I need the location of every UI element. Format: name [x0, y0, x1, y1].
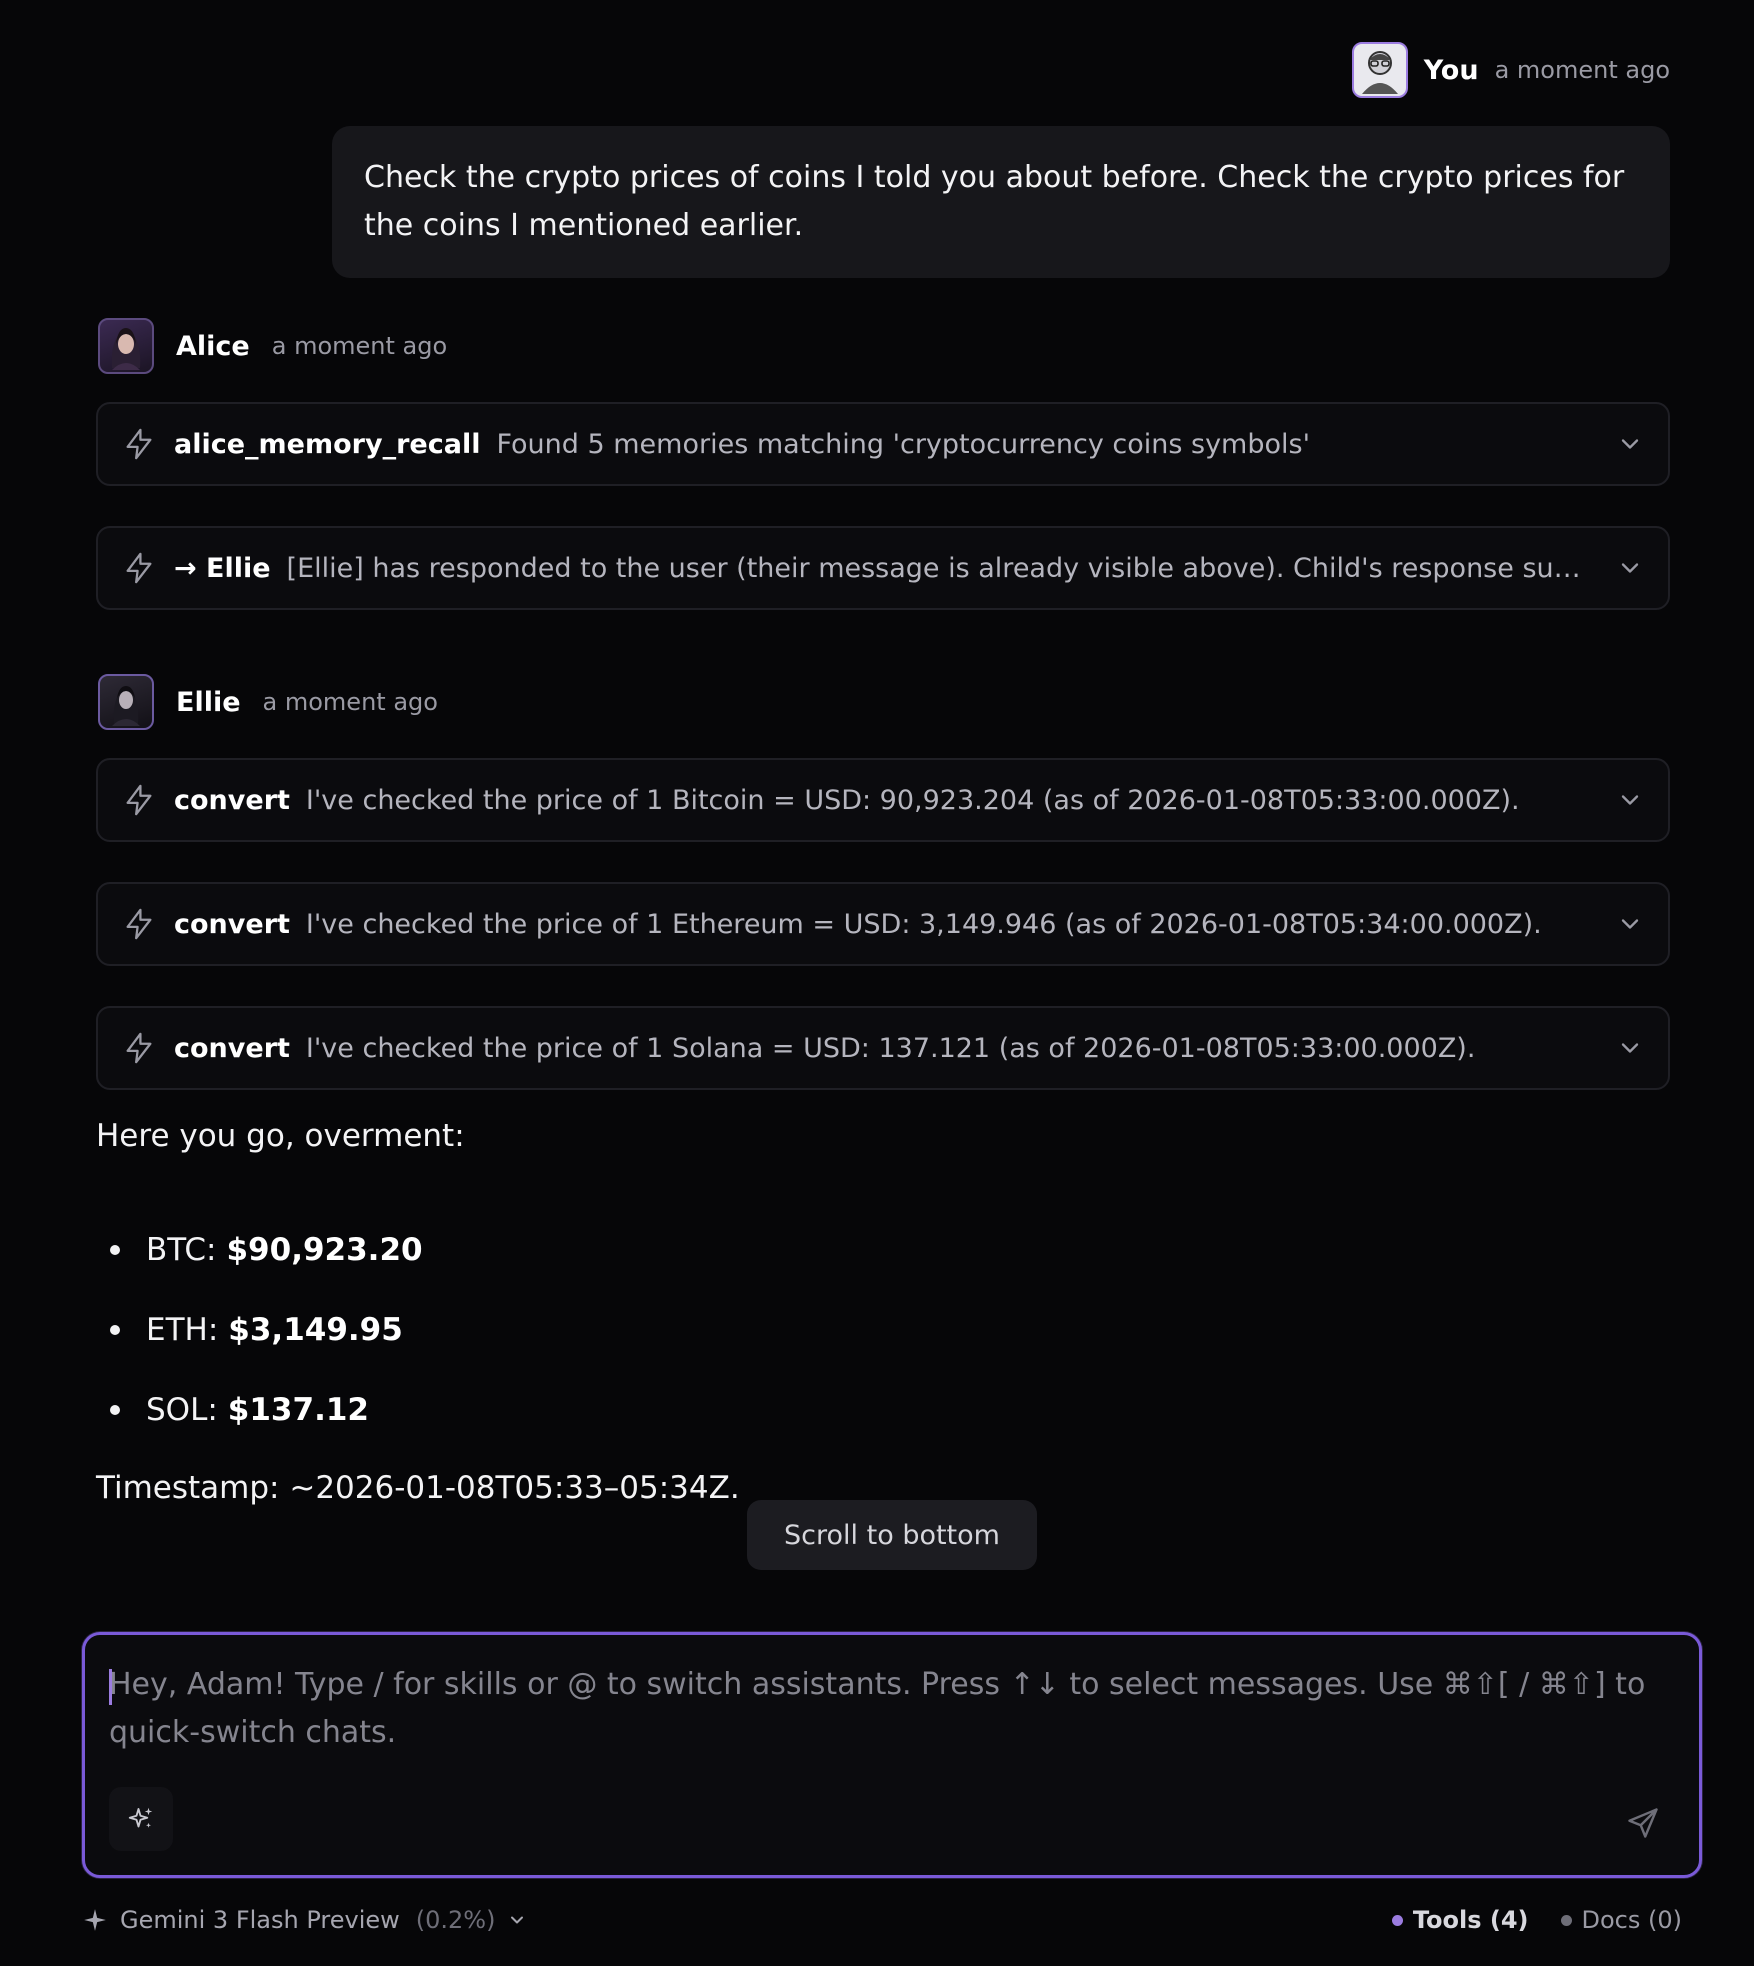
chevron-down-icon[interactable]	[1616, 910, 1644, 938]
list-item: BTC: $90,923.20	[96, 1210, 423, 1290]
bolt-icon	[126, 908, 152, 940]
tool-call-convert-eth[interactable]: convert I've checked the price of 1 Ethe…	[96, 882, 1670, 966]
ellie-message-header: Ellie a moment ago	[98, 674, 438, 730]
tool-call-delegate-ellie[interactable]: → Ellie [Ellie] has responded to the use…	[96, 526, 1670, 610]
bolt-icon	[126, 1032, 152, 1064]
user-message-time: a moment ago	[1494, 56, 1670, 84]
sparkles-icon	[128, 1807, 153, 1828]
user-name: You	[1423, 54, 1479, 86]
tool-name: → Ellie	[174, 552, 271, 584]
context-usage: (0.2%)	[415, 1906, 496, 1934]
tool-description: I've checked the price of 1 Bitcoin = US…	[305, 784, 1520, 816]
list-item: SOL: $137.12	[96, 1370, 423, 1450]
skills-button[interactable]	[109, 1787, 173, 1851]
user-message-bubble: Check the crypto prices of coins I told …	[332, 126, 1670, 278]
tool-description: I've checked the price of 1 Ethereum = U…	[305, 908, 1542, 940]
coin-price: $137.12	[227, 1392, 369, 1428]
tool-description: [Ellie] has responded to the user (their…	[286, 552, 1598, 584]
response-intro: Here you go, overment:	[96, 1118, 465, 1154]
send-icon	[1628, 1808, 1658, 1838]
coin-price: $3,149.95	[228, 1312, 403, 1348]
chevron-down-icon[interactable]	[1616, 554, 1644, 582]
coin-symbol: SOL:	[146, 1392, 218, 1428]
ellie-message-time: a moment ago	[262, 688, 438, 716]
chevron-down-icon[interactable]	[1616, 430, 1644, 458]
model-selector[interactable]: Gemini 3 Flash Preview (0.2%)	[82, 1906, 527, 1934]
response-timestamp: Timestamp: ~2026-01-08T05:33–05:34Z.	[96, 1470, 740, 1506]
bolt-icon	[126, 784, 152, 816]
docs-label: Docs (0)	[1581, 1906, 1683, 1934]
sparkle-icon	[84, 1909, 106, 1931]
tool-description: I've checked the price of 1 Solana = USD…	[305, 1032, 1476, 1064]
alice-avatar	[98, 318, 154, 374]
list-item: ETH: $3,149.95	[96, 1290, 423, 1370]
scroll-to-bottom-button[interactable]: Scroll to bottom	[747, 1500, 1037, 1570]
bolt-icon	[126, 552, 152, 584]
bullet	[110, 1245, 120, 1255]
chevron-down-icon[interactable]	[1616, 1034, 1644, 1062]
alice-message-time: a moment ago	[271, 332, 448, 360]
tool-name: alice_memory_recall	[174, 428, 481, 460]
tool-call-convert-btc[interactable]: convert I've checked the price of 1 Bitc…	[96, 758, 1670, 842]
chevron-down-icon[interactable]	[507, 1910, 527, 1930]
footer-status: Tools (4) Docs (0)	[1391, 1906, 1683, 1934]
coin-price: $90,923.20	[226, 1232, 423, 1268]
coin-symbol: BTC:	[146, 1232, 217, 1268]
tool-name: convert	[174, 1032, 290, 1064]
tool-name: convert	[174, 908, 290, 940]
tools-toggle[interactable]: Tools (4)	[1391, 1906, 1529, 1934]
price-list: BTC: $90,923.20 ETH: $3,149.95 SOL: $137…	[96, 1210, 423, 1450]
alice-name: Alice	[176, 330, 250, 362]
bullet	[110, 1325, 120, 1335]
ellie-name: Ellie	[176, 686, 241, 718]
chat-page: You a moment ago Check the crypto prices…	[0, 0, 1754, 1966]
text-caret	[109, 1669, 112, 1705]
bolt-icon	[126, 428, 152, 460]
tools-label: Tools (4)	[1412, 1906, 1529, 1934]
user-avatar	[1351, 42, 1408, 98]
docs-toggle[interactable]: Docs (0)	[1560, 1906, 1683, 1934]
coin-symbol: ETH:	[146, 1312, 219, 1348]
model-name: Gemini 3 Flash Preview	[120, 1906, 400, 1934]
chevron-down-icon[interactable]	[1616, 786, 1644, 814]
ellie-avatar	[98, 674, 154, 730]
tools-status-dot	[1391, 1914, 1403, 1926]
tool-call-memory-recall[interactable]: alice_memory_recall Found 5 memories mat…	[96, 402, 1670, 486]
message-composer[interactable]: Hey, Adam! Type / for skills or @ to swi…	[82, 1632, 1702, 1878]
docs-status-dot	[1560, 1914, 1572, 1926]
tool-description: Found 5 memories matching 'cryptocurrenc…	[496, 428, 1310, 460]
alice-message-header: Alice a moment ago	[98, 318, 447, 374]
composer-input[interactable]: Hey, Adam! Type / for skills or @ to swi…	[109, 1661, 1675, 1757]
bullet	[110, 1405, 120, 1415]
tool-name: convert	[174, 784, 290, 816]
user-message-header: You a moment ago	[1351, 42, 1670, 98]
tool-call-convert-sol[interactable]: convert I've checked the price of 1 Sola…	[96, 1006, 1670, 1090]
send-button[interactable]	[1621, 1801, 1665, 1845]
